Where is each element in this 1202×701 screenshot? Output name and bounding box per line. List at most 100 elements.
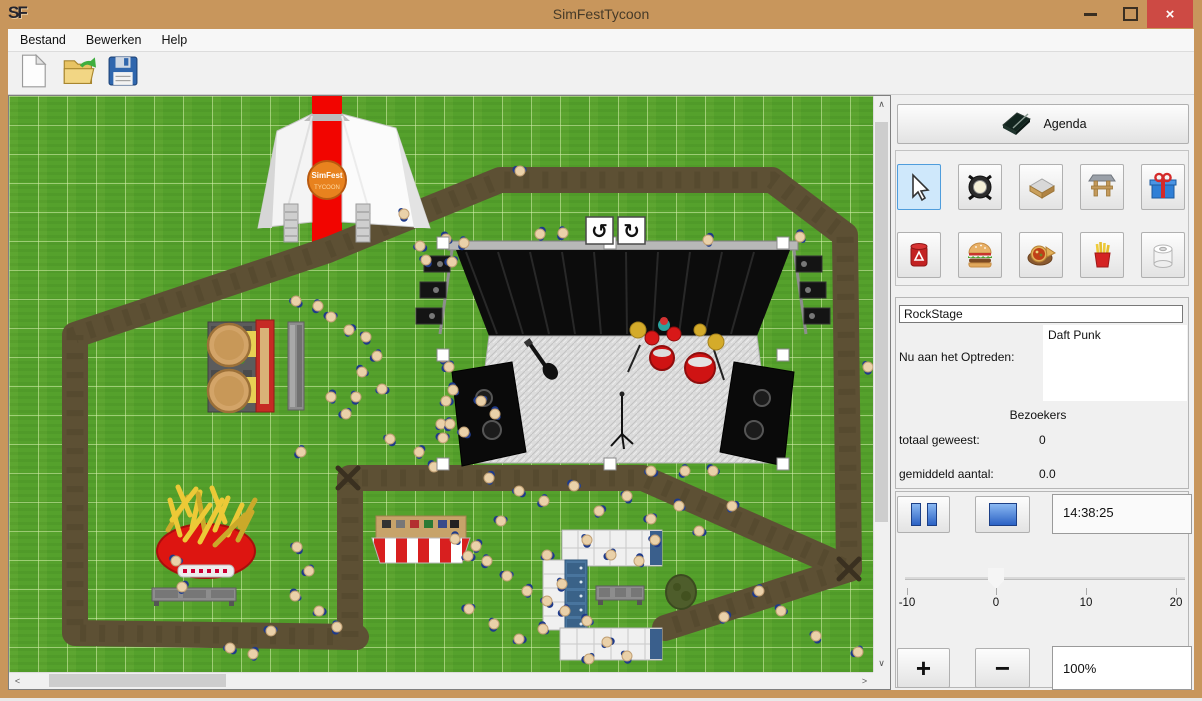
main-stage[interactable] bbox=[416, 241, 830, 466]
visitor[interactable] bbox=[344, 324, 356, 337]
visitor[interactable] bbox=[338, 408, 351, 419]
visitor[interactable] bbox=[719, 611, 731, 624]
visitor[interactable] bbox=[643, 513, 657, 524]
select-tool-button[interactable] bbox=[897, 164, 941, 210]
bush[interactable] bbox=[666, 575, 696, 609]
bench-v[interactable] bbox=[288, 322, 304, 410]
stage-name-input[interactable] bbox=[899, 305, 1183, 323]
save-file-icon[interactable] bbox=[108, 56, 138, 91]
fries-stand-tool-button[interactable] bbox=[1080, 232, 1124, 278]
visitor[interactable] bbox=[850, 645, 863, 657]
stage-light-tool-button[interactable] bbox=[958, 164, 1002, 210]
visitor[interactable] bbox=[471, 539, 482, 553]
rotate-ccw-button[interactable]: ↺ bbox=[586, 217, 613, 244]
visitor[interactable] bbox=[522, 584, 533, 598]
visitor[interactable] bbox=[323, 312, 337, 322]
visitor[interactable] bbox=[294, 445, 306, 458]
entrance-tent[interactable]: SimFestTYCOON bbox=[258, 114, 430, 242]
visitor[interactable] bbox=[809, 631, 821, 644]
visitor[interactable] bbox=[481, 554, 492, 568]
visitor[interactable] bbox=[489, 618, 499, 632]
visitor[interactable] bbox=[499, 571, 513, 581]
selection-handle[interactable] bbox=[437, 237, 449, 249]
gift-shop-tool-button[interactable] bbox=[1141, 164, 1185, 210]
visitor[interactable] bbox=[513, 634, 527, 644]
visitor[interactable] bbox=[679, 464, 690, 478]
visitor[interactable] bbox=[414, 445, 425, 459]
menu-bestand[interactable]: Bestand bbox=[8, 33, 76, 47]
open-file-icon[interactable] bbox=[62, 54, 96, 93]
stage-structure-tool-button[interactable] bbox=[1080, 164, 1124, 210]
visitor[interactable] bbox=[351, 391, 361, 405]
visitor[interactable] bbox=[290, 588, 302, 601]
festival-map-canvas[interactable]: SimFestTYCOON ↺↻ bbox=[9, 96, 873, 672]
visitor[interactable] bbox=[537, 494, 549, 507]
visitor[interactable] bbox=[435, 433, 449, 443]
scroll-down-icon[interactable]: ∨ bbox=[873, 655, 890, 672]
visitor[interactable] bbox=[289, 296, 303, 308]
vertical-scroll-thumb[interactable] bbox=[875, 122, 888, 522]
visitor[interactable] bbox=[290, 542, 303, 554]
bench-h[interactable] bbox=[152, 588, 236, 606]
visitor[interactable] bbox=[540, 596, 553, 608]
selection-handle[interactable] bbox=[777, 237, 789, 249]
new-file-icon[interactable] bbox=[20, 54, 50, 93]
scroll-up-icon[interactable]: ∧ bbox=[873, 96, 890, 113]
menu-help[interactable]: Help bbox=[151, 33, 197, 47]
visitor[interactable] bbox=[326, 389, 336, 403]
zoom-in-button[interactable]: + bbox=[897, 648, 950, 688]
pause-button[interactable] bbox=[897, 496, 950, 533]
pizza-stand-tool-button[interactable] bbox=[1019, 232, 1063, 278]
visitor[interactable] bbox=[370, 349, 382, 362]
selection-handle[interactable] bbox=[777, 349, 789, 361]
visitor[interactable] bbox=[419, 255, 432, 267]
visitor[interactable] bbox=[535, 227, 546, 241]
visitor[interactable] bbox=[360, 332, 371, 345]
stop-button[interactable] bbox=[975, 496, 1030, 533]
burger-stand[interactable] bbox=[208, 320, 274, 412]
visitor[interactable] bbox=[312, 299, 323, 313]
speed-slider-track[interactable] bbox=[905, 577, 1185, 580]
visitor[interactable] bbox=[461, 604, 475, 614]
visitor[interactable] bbox=[313, 606, 327, 616]
burger-stand-tool-button[interactable] bbox=[958, 232, 1002, 278]
minimize-button[interactable] bbox=[1072, 0, 1108, 28]
visitor[interactable] bbox=[557, 226, 568, 240]
menu-bewerken[interactable]: Bewerken bbox=[76, 33, 152, 47]
visitor[interactable] bbox=[375, 384, 389, 394]
close-button[interactable]: × bbox=[1147, 0, 1193, 28]
visitor[interactable] bbox=[620, 491, 632, 504]
rotate-cw-button[interactable]: ↻ bbox=[618, 217, 645, 244]
visitor[interactable] bbox=[692, 526, 706, 536]
visitor[interactable] bbox=[862, 361, 873, 375]
visitor[interactable] bbox=[594, 505, 606, 518]
visitor[interactable] bbox=[301, 564, 314, 576]
maximize-button[interactable] bbox=[1112, 0, 1148, 28]
selection-handle[interactable] bbox=[437, 458, 449, 470]
visitor[interactable] bbox=[413, 241, 427, 252]
scroll-right-icon[interactable]: > bbox=[856, 672, 873, 689]
visitor[interactable] bbox=[444, 417, 455, 431]
visitor[interactable] bbox=[581, 614, 594, 626]
scroll-left-icon[interactable]: < bbox=[9, 672, 26, 689]
selection-handle[interactable] bbox=[437, 349, 449, 361]
visitor[interactable] bbox=[383, 434, 396, 446]
visitor[interactable] bbox=[541, 550, 555, 560]
horizontal-scroll-thumb[interactable] bbox=[49, 674, 226, 687]
visitor[interactable] bbox=[440, 396, 454, 406]
visitor[interactable] bbox=[356, 365, 369, 377]
agenda-button[interactable]: Agenda bbox=[897, 104, 1189, 144]
visitor[interactable] bbox=[493, 516, 507, 526]
selection-handle[interactable] bbox=[777, 458, 789, 470]
visitor[interactable] bbox=[707, 464, 720, 476]
visitor[interactable] bbox=[775, 604, 788, 616]
selection-handle[interactable] bbox=[604, 458, 616, 470]
toilet-tool-button[interactable] bbox=[1141, 232, 1185, 278]
visitor[interactable] bbox=[795, 229, 806, 243]
trash-bin-tool-button[interactable] bbox=[897, 232, 941, 278]
zoom-out-button[interactable]: − bbox=[975, 648, 1030, 688]
visitor[interactable] bbox=[621, 651, 632, 664]
bench-h[interactable] bbox=[596, 586, 644, 605]
visitor[interactable] bbox=[248, 647, 259, 661]
path-tool-button[interactable] bbox=[1019, 164, 1063, 210]
